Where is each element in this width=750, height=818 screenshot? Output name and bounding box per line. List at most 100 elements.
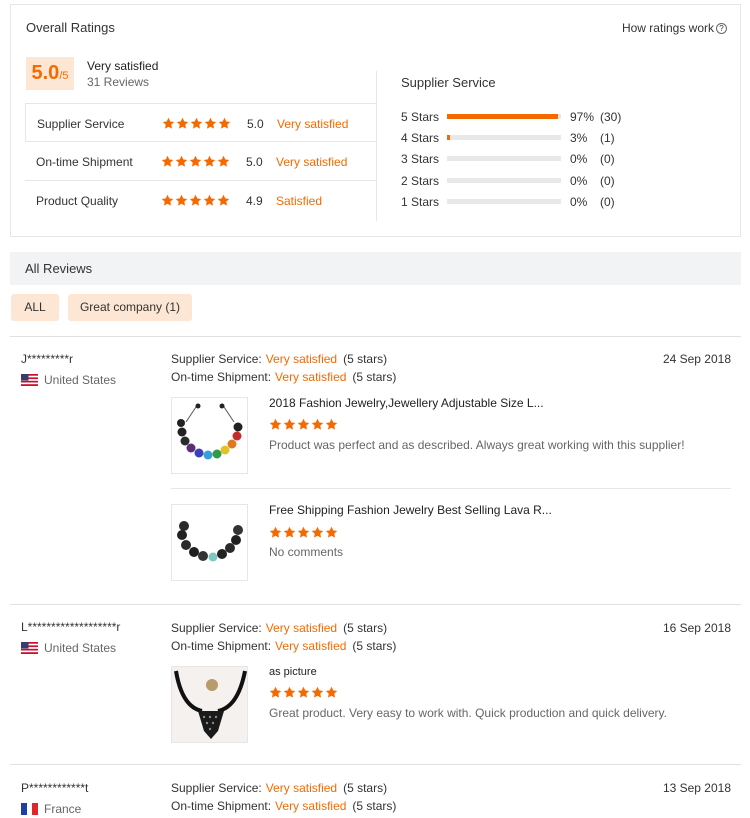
how-ratings-work-link[interactable]: How ratings work? <box>622 21 727 35</box>
product-title[interactable]: Free Shipping Fashion Jewelry Best Selli… <box>269 503 552 517</box>
review-comment: Product was perfect and as described. Al… <box>269 438 685 452</box>
us-flag-icon <box>21 642 38 654</box>
star-icon <box>161 155 174 168</box>
rating-label: On-time Shipment <box>36 155 133 169</box>
star-icon <box>217 155 230 168</box>
breakdown-percent: 0% <box>570 195 588 209</box>
star-rating <box>161 154 231 168</box>
line-value: Very satisfied <box>265 621 338 635</box>
divider <box>171 488 731 489</box>
rating-row-on-time-shipment[interactable]: On-time Shipment 5.0 Very satisfied <box>25 142 377 181</box>
review-item: L*******************r United States Supp… <box>10 604 741 764</box>
star-icon <box>189 194 202 207</box>
rating-value: 5.0 <box>246 155 263 169</box>
supplier-service-line: Supplier Service: Very satisfied (5 stars) <box>171 352 387 366</box>
star-icon <box>204 117 217 130</box>
line-label: On-time Shipment: <box>171 370 272 384</box>
rating-label: Product Quality <box>36 194 119 208</box>
breakdown-label: 4 Stars <box>401 131 440 145</box>
star-icon <box>311 418 324 431</box>
star-icon <box>269 526 282 539</box>
breakdown-bar <box>447 178 561 183</box>
rating-word: Satisfied <box>276 194 323 208</box>
necklace-image[interactable] <box>171 666 248 743</box>
rating-label: Supplier Service <box>37 117 125 131</box>
reviewer-name: L*******************r <box>21 620 121 634</box>
product-star-rating <box>269 417 339 431</box>
line-value: Very satisfied <box>265 781 338 795</box>
star-icon <box>217 194 230 207</box>
product-star-rating <box>269 525 339 539</box>
on-time-shipment-line: On-time Shipment: Very satisfied (5 stars) <box>171 799 396 813</box>
breakdown-bar <box>447 114 561 119</box>
breakdown-percent: 97% <box>570 110 595 124</box>
review-date: 24 Sep 2018 <box>662 352 731 366</box>
reviewer-country: France <box>21 802 81 816</box>
how-ratings-work-label: How ratings work <box>621 21 714 35</box>
star-icon <box>161 194 174 207</box>
star-icon <box>269 686 282 699</box>
breakdown-percent: 0% <box>570 152 588 166</box>
reviewer-country: United States <box>21 641 116 655</box>
review-date: 16 Sep 2018 <box>662 621 731 635</box>
line-value: Very satisfied <box>275 639 347 653</box>
supplier-service-line: Supplier Service: Very satisfied (5 stars) <box>171 781 387 795</box>
review-item: P************t France Supplier Service: V… <box>10 764 741 818</box>
reviewer-name: J*********r <box>21 352 74 366</box>
overall-ratings-panel: Overall Ratings How ratings work? 5.0/5 … <box>10 4 741 237</box>
rating-categories: Supplier Service 5.0 Very satisfied On-t… <box>25 103 377 220</box>
breakdown-bar <box>447 135 561 140</box>
rating-value: 5.0 <box>247 117 264 131</box>
product-title[interactable]: 2018 Fashion Jewelry,Jewellery Adjustabl… <box>269 396 544 410</box>
line-label: Supplier Service: <box>171 621 262 635</box>
line-label: On-time Shipment: <box>171 799 272 813</box>
question-icon: ? <box>716 23 727 34</box>
country-name: France <box>44 802 82 816</box>
star-icon <box>311 686 324 699</box>
line-value: Very satisfied <box>265 352 338 366</box>
star-icon <box>189 155 202 168</box>
divider <box>376 71 377 221</box>
chakra-bracelet-image[interactable] <box>171 397 248 474</box>
line-stars: (5 stars) <box>343 352 388 366</box>
review-date: 13 Sep 2018 <box>662 781 731 795</box>
breakdown-title: Supplier Service <box>401 75 496 90</box>
all-reviews-title: All Reviews <box>25 261 93 276</box>
country-name: United States <box>44 641 117 655</box>
star-icon <box>297 686 310 699</box>
line-stars: (5 stars) <box>352 639 397 653</box>
star-icon <box>175 155 188 168</box>
breakdown-label: 2 Stars <box>401 174 440 188</box>
line-label: Supplier Service: <box>171 781 262 795</box>
rating-row-product-quality[interactable]: Product Quality 4.9 Satisfied <box>25 181 377 220</box>
reviewer-country: United States <box>21 373 116 387</box>
line-stars: (5 stars) <box>352 799 397 813</box>
all-reviews-header: All Reviews <box>10 252 741 285</box>
star-icon <box>325 686 338 699</box>
product-title[interactable]: as picture <box>269 666 317 678</box>
star-icon <box>283 418 296 431</box>
filter-great-company-button[interactable]: Great company (1) <box>68 294 192 321</box>
breakdown-label: 3 Stars <box>401 152 440 166</box>
reviews-count: 31 Reviews <box>87 75 150 89</box>
line-value: Very satisfied <box>275 799 347 813</box>
breakdown-bar-fill <box>447 114 558 119</box>
star-icon <box>311 526 324 539</box>
review-item: J*********r United States Supplier Servi… <box>10 336 741 604</box>
rating-value: 4.9 <box>246 194 263 208</box>
star-icon <box>176 117 189 130</box>
breakdown-count: (0) <box>600 174 615 188</box>
star-icon <box>162 117 175 130</box>
rating-row-supplier-service[interactable]: Supplier Service 5.0 Very satisfied <box>25 103 377 142</box>
star-icon <box>325 418 338 431</box>
star-icon <box>203 155 216 168</box>
review-comment: Great product. Very easy to work with. Q… <box>269 706 667 720</box>
line-stars: (5 stars) <box>343 781 388 795</box>
star-icon <box>297 526 310 539</box>
breakdown-count: (1) <box>600 131 615 145</box>
lava-bracelet-image[interactable] <box>171 504 248 581</box>
supplier-service-line: Supplier Service: Very satisfied (5 stars) <box>171 621 387 635</box>
filter-all-button[interactable]: ALL <box>11 294 59 321</box>
star-icon <box>325 526 338 539</box>
overall-summary: Very satisfied <box>87 59 159 73</box>
